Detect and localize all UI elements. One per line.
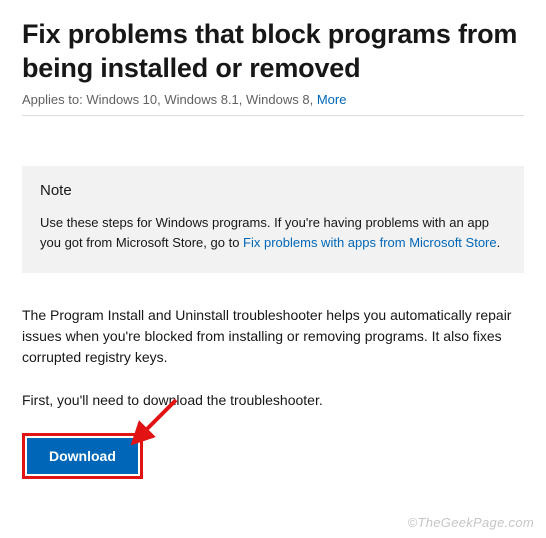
download-button[interactable]: Download bbox=[27, 438, 138, 474]
applies-to-row: Applies to: Windows 10, Windows 8.1, Win… bbox=[22, 92, 524, 116]
applies-prefix: Applies to: bbox=[22, 92, 86, 107]
note-body-after: . bbox=[497, 235, 501, 250]
note-box: Note Use these steps for Windows program… bbox=[22, 166, 524, 273]
note-store-link[interactable]: Fix problems with apps from Microsoft St… bbox=[243, 235, 497, 250]
note-body: Use these steps for Windows programs. If… bbox=[40, 213, 506, 253]
applies-list: Windows 10, Windows 8.1, Windows 8, bbox=[86, 92, 316, 107]
applies-more-link[interactable]: More bbox=[317, 92, 347, 107]
page-title: Fix problems that block programs from be… bbox=[22, 18, 524, 86]
watermark: ©TheGeekPage.com bbox=[408, 515, 534, 530]
download-highlight-frame: Download bbox=[22, 433, 143, 479]
description-paragraph: The Program Install and Uninstall troubl… bbox=[22, 305, 524, 368]
instruction-paragraph: First, you'll need to download the troub… bbox=[22, 390, 524, 411]
note-heading: Note bbox=[40, 182, 506, 199]
